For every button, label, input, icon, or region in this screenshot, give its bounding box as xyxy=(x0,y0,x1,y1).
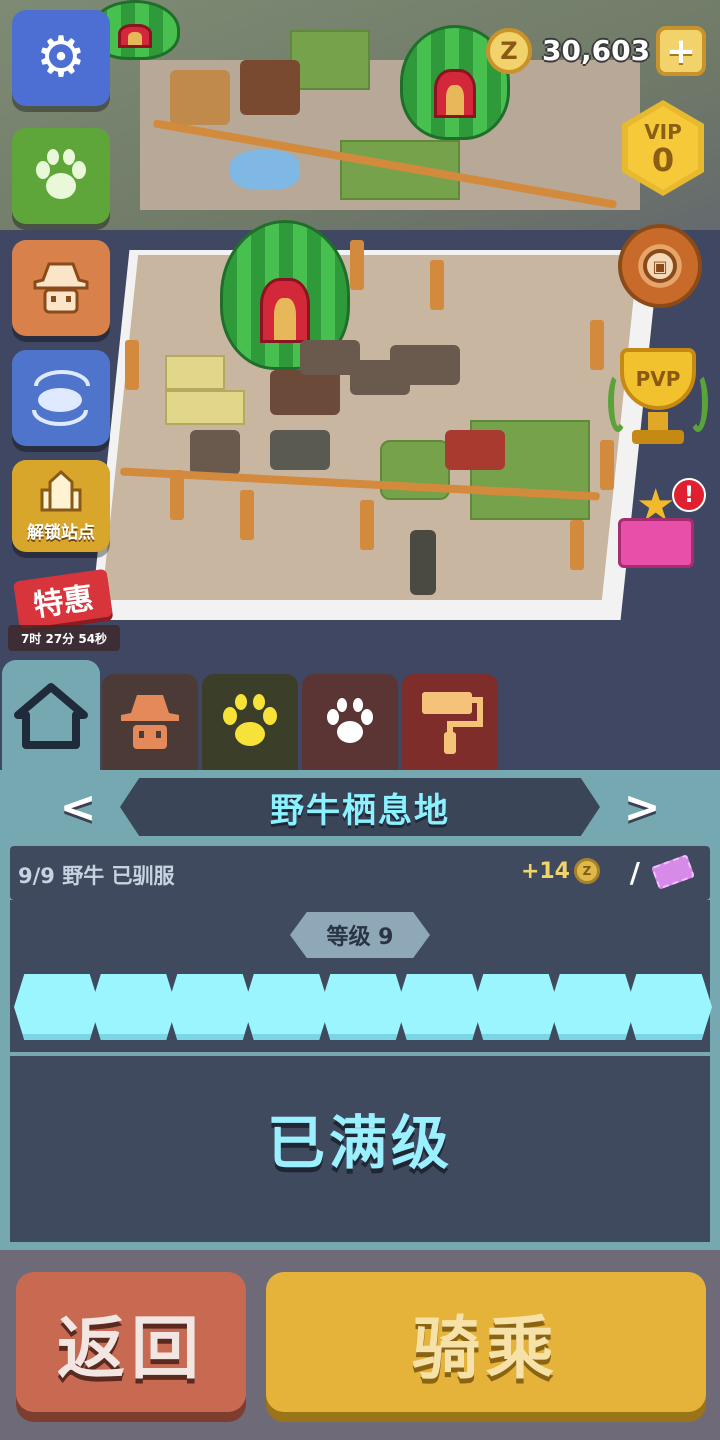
zookeeper-icon xyxy=(33,262,89,314)
coin-reward-value: +14 xyxy=(520,858,570,884)
level-section: 等级 9 xyxy=(10,900,712,1052)
trophy-stem xyxy=(648,412,668,432)
zookeeper[interactable] xyxy=(410,530,436,595)
fence-post xyxy=(590,320,604,370)
prev-habitat-button[interactable]: < xyxy=(58,782,98,833)
hedge xyxy=(290,30,370,90)
station-icon xyxy=(40,469,82,511)
level-label: 等级 9 xyxy=(326,925,394,950)
habitat-info-row: 9/9 野牛 已驯服 +14 Z / xyxy=(10,846,710,900)
level-badge: 等级 9 xyxy=(290,912,430,958)
coin-reward: +14 Z xyxy=(521,858,600,884)
bison[interactable] xyxy=(190,430,240,475)
paw-icon xyxy=(36,149,86,199)
unlock-stations-button[interactable]: 解锁站点 xyxy=(12,460,110,552)
home-icon xyxy=(14,683,88,749)
pond xyxy=(230,150,300,190)
habitat-title-row: < 野牛栖息地 > xyxy=(0,770,720,842)
level-segment xyxy=(320,974,406,1040)
habitat-panel: < 野牛栖息地 > 9/9 野牛 已驯服 +14 Z / 等级 9 已满级 xyxy=(0,770,720,1250)
wheel-icon: ▣ xyxy=(643,249,677,283)
coin-icon: Z xyxy=(486,28,532,74)
coin-icon: Z xyxy=(574,858,600,884)
llama[interactable] xyxy=(170,70,230,125)
hay-bale xyxy=(165,355,225,390)
reward-separator: / xyxy=(629,856,640,889)
back-button[interactable]: 返回 xyxy=(16,1272,246,1412)
max-level-text: 已满级 xyxy=(266,1109,453,1177)
category-tabs xyxy=(0,660,720,772)
tamed-status: 9/9 野牛 已驯服 xyxy=(18,864,175,888)
fence-post xyxy=(125,340,139,390)
tab-animals[interactable] xyxy=(202,674,298,770)
coin-count: 30,603 xyxy=(542,34,651,67)
add-coins-button[interactable]: + xyxy=(656,26,706,76)
zookeeper-icon xyxy=(121,695,179,749)
fence-post xyxy=(350,240,364,290)
pvp-button[interactable]: PVP xyxy=(608,342,708,454)
animals-button[interactable] xyxy=(12,128,110,224)
level-segment xyxy=(396,974,483,1040)
unlock-stations-label: 解锁站点 xyxy=(27,522,95,543)
sale-timer: 7时 27分 54秒 xyxy=(8,625,120,651)
gift-button[interactable]: ★ ! xyxy=(610,478,706,574)
level-segment xyxy=(626,974,712,1040)
bison[interactable] xyxy=(390,345,460,385)
trophy-base xyxy=(632,430,684,444)
special-offer-button[interactable]: 特惠 7时 27分 54秒 xyxy=(8,568,120,655)
bison[interactable] xyxy=(445,430,505,470)
blimp-icon xyxy=(32,370,90,426)
tab-home[interactable] xyxy=(2,660,100,772)
settings-button[interactable]: ⚙ xyxy=(12,10,110,106)
llama[interactable] xyxy=(240,60,300,115)
alert-badge: ! xyxy=(672,478,706,512)
level-segment xyxy=(167,974,253,1040)
level-segment xyxy=(549,974,636,1040)
bison[interactable] xyxy=(270,370,340,415)
gift-box-icon xyxy=(618,518,694,568)
fence-post xyxy=(240,490,254,540)
max-level-section: 已满级 xyxy=(10,1052,710,1242)
tab-decor[interactable] xyxy=(402,674,498,770)
level-segment xyxy=(473,974,559,1040)
coin-bar: Z 30,603 + xyxy=(486,20,706,82)
fence-post xyxy=(360,500,374,550)
fence-post xyxy=(570,520,584,570)
back-label: 返回 xyxy=(56,1309,205,1389)
paint-roller-icon xyxy=(422,692,483,754)
level-progress-bar xyxy=(14,974,712,1042)
prize-wheel-button[interactable]: ▣ xyxy=(618,224,702,308)
habitat-title-box: 野牛栖息地 xyxy=(120,778,600,836)
ticket-icon xyxy=(651,854,695,890)
vip-level: 0 xyxy=(651,141,675,179)
ride-label: 骑乘 xyxy=(411,1309,560,1389)
vip-button[interactable]: VIP 0 xyxy=(622,100,704,196)
hay-bale xyxy=(165,390,245,425)
tab-pets[interactable] xyxy=(302,674,398,770)
trophy-icon: PVP xyxy=(620,348,696,410)
footer-bar: 返回 骑乘 xyxy=(0,1250,720,1440)
ride-button[interactable]: 骑乘 xyxy=(266,1272,706,1412)
level-segment xyxy=(243,974,330,1040)
level-segment xyxy=(14,974,100,1040)
staff-button[interactable] xyxy=(12,240,110,336)
sale-tag: 特惠 xyxy=(13,568,113,630)
paw-icon xyxy=(327,698,373,743)
next-habitat-button[interactable]: > xyxy=(622,782,662,833)
paw-icon xyxy=(223,694,277,748)
bison[interactable] xyxy=(270,430,330,470)
tab-staff[interactable] xyxy=(102,674,198,770)
blimp-button[interactable] xyxy=(12,350,110,446)
level-segment xyxy=(90,974,177,1040)
fence-post xyxy=(430,260,444,310)
gear-icon: ⚙ xyxy=(35,25,87,90)
habitat-title: 野牛栖息地 xyxy=(270,790,450,831)
